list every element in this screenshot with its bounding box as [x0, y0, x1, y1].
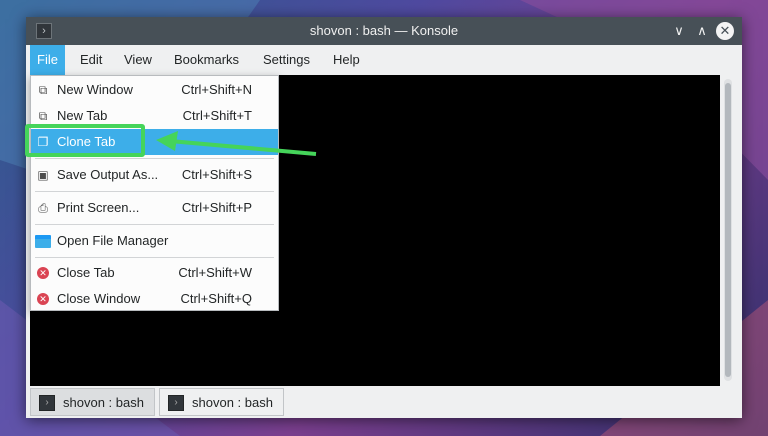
annotation-arrow-icon — [156, 131, 317, 156]
